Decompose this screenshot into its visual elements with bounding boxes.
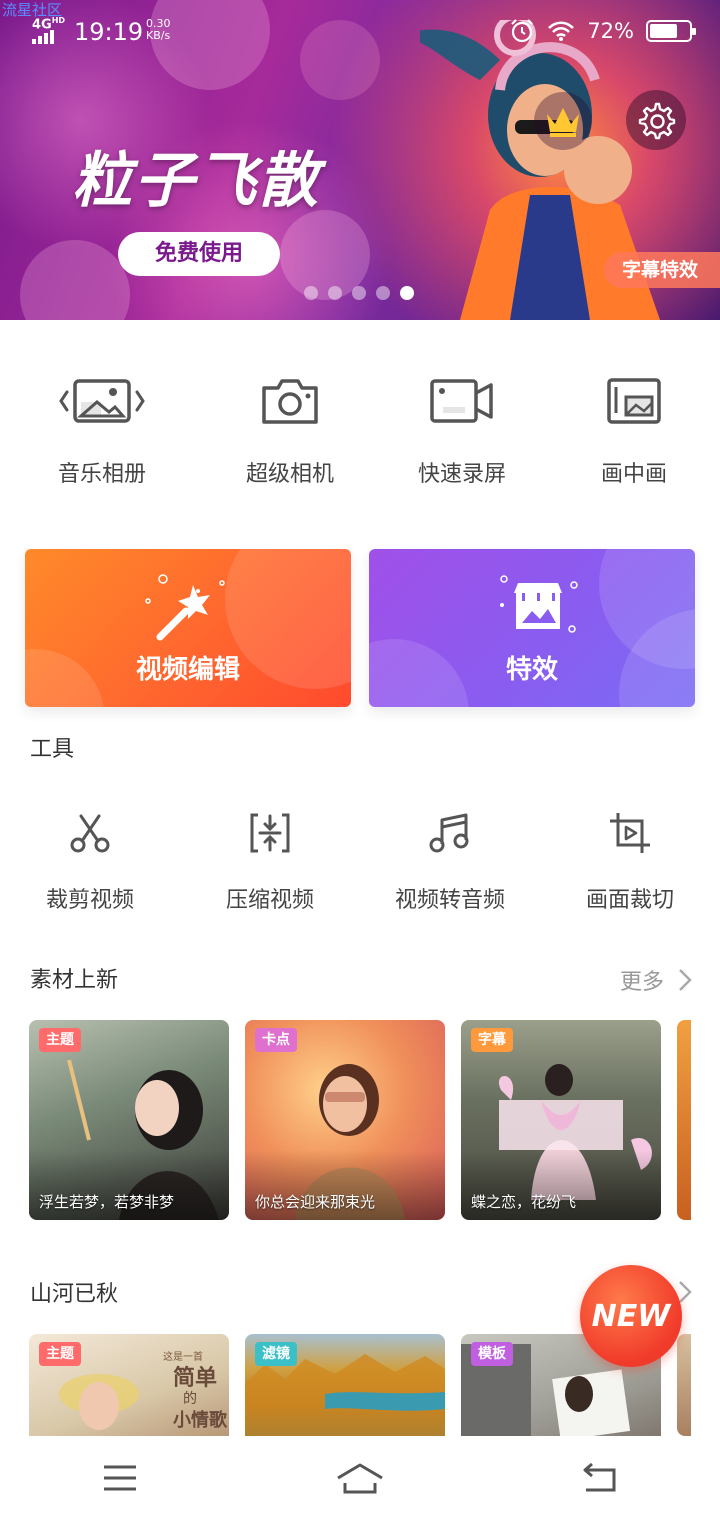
tool-label: 裁剪视频: [45, 888, 134, 913]
back-button[interactable]: [560, 1448, 640, 1508]
screen-record-icon: [430, 379, 493, 423]
compress-icon: [250, 813, 290, 853]
material-caption: 蝶之恋，花纷飞: [471, 1193, 577, 1211]
quick-tool-label: 音乐相册: [57, 462, 146, 487]
material-card[interactable]: 卡点 你总会迎来那束光: [245, 1020, 445, 1220]
carousel-dot[interactable]: [352, 286, 366, 300]
material-card[interactable]: 滤镜: [245, 1334, 445, 1436]
video-edit-card[interactable]: 视频编辑: [25, 549, 351, 707]
banner-category-tag: 字幕特效: [603, 252, 720, 288]
navigation-bar: [0, 1436, 720, 1520]
material-card-partial[interactable]: [677, 1020, 691, 1220]
chevron-right-icon[interactable]: [678, 1280, 692, 1304]
material-card[interactable]: 字幕 蝶之恋，花纷飞: [461, 1020, 661, 1220]
tool-crop-frame[interactable]: 画面裁切: [540, 812, 720, 914]
tool-video-to-audio[interactable]: 视频转音频: [360, 812, 540, 914]
carousel-dot[interactable]: [328, 286, 342, 300]
banner[interactable]: 流星社区 4GHD 19:19 0.30 KB/s 72% 粒子飞散 免费使用 …: [0, 0, 720, 320]
overlay-text: 的: [183, 1391, 197, 1407]
banner-title: 粒子飞散: [72, 146, 320, 216]
network-type: 4G: [32, 17, 52, 33]
material-card[interactable]: 这是一首 简单 的 小情歌 主题: [29, 1334, 229, 1436]
material-tag: 滤镜: [255, 1342, 297, 1366]
material-caption: 你总会迎来那束光: [255, 1193, 376, 1211]
quick-tool-pip[interactable]: 画中画: [548, 370, 720, 488]
tools-grid: 裁剪视频 压缩视频 视频转音频 画面裁切: [0, 812, 720, 914]
clock: 19:19: [74, 18, 144, 46]
quick-tool-label: 快速录屏: [417, 462, 506, 487]
carousel-indicator: [304, 286, 414, 300]
battery-fill: [650, 24, 678, 38]
picture-in-picture-icon: [607, 378, 661, 424]
home-button[interactable]: [320, 1448, 400, 1508]
tool-compress-video[interactable]: 压缩视频: [180, 812, 360, 914]
music-album-icon: [59, 379, 145, 423]
home-icon: [337, 1463, 383, 1494]
quick-tool-label: 超级相机: [245, 462, 334, 487]
carousel-dot[interactable]: [400, 286, 414, 300]
music-note-icon: [429, 813, 469, 853]
quick-tool-label: 画中画: [600, 462, 667, 487]
quick-tools-row: 音乐相册 超级相机 快速录屏 画中画: [0, 370, 720, 488]
store-icon: [500, 575, 578, 633]
material-caption: 浮生若梦，若梦非梦: [39, 1193, 175, 1211]
battery-icon: [646, 20, 696, 42]
signal-icon: [32, 30, 54, 45]
autumn-section-title: 山河已秋: [30, 1282, 119, 1307]
chevron-right-icon: [679, 969, 692, 991]
crop-icon: [610, 813, 650, 853]
effects-card[interactable]: 特效: [369, 549, 695, 707]
material-card[interactable]: 主题 浮生若梦，若梦非梦: [29, 1020, 229, 1220]
network-speed: 0.30 KB/s: [146, 18, 171, 42]
status-icons: 72%: [509, 18, 696, 44]
carousel-dot[interactable]: [376, 286, 390, 300]
tools-section-title: 工具: [30, 737, 75, 762]
tool-label: 画面裁切: [585, 888, 674, 913]
wifi-icon: [548, 21, 575, 41]
tool-label: 压缩视频: [225, 888, 314, 913]
more-label: 更多: [619, 970, 664, 995]
material-card-partial[interactable]: [677, 1334, 691, 1436]
free-use-button[interactable]: 免费使用: [118, 232, 280, 276]
menu-button[interactable]: [80, 1448, 160, 1508]
quick-tool-super-camera[interactable]: 超级相机: [204, 370, 376, 488]
magic-wand-icon: [145, 574, 225, 641]
tool-trim-video[interactable]: 裁剪视频: [0, 812, 180, 914]
camera-icon: [262, 379, 318, 424]
material-tag: 卡点: [255, 1028, 297, 1052]
alarm-icon: [511, 19, 534, 43]
card-label: 视频编辑: [135, 655, 240, 685]
material-tag: 主题: [39, 1028, 81, 1052]
scissors-icon: [70, 814, 110, 853]
menu-icon: [104, 1465, 136, 1491]
status-bar: 4GHD 19:19 0.30 KB/s 72%: [0, 0, 720, 64]
bokeh-light: [20, 240, 130, 320]
material-tag: 主题: [39, 1342, 81, 1366]
gear-icon: [638, 102, 676, 140]
crown-icon: [547, 108, 579, 137]
card-label: 特效: [505, 655, 558, 685]
settings-button[interactable]: [626, 90, 686, 150]
speed-unit: KB/s: [146, 29, 171, 42]
new-materials-title: 素材上新: [30, 968, 119, 993]
new-badge[interactable]: NEW: [580, 1265, 682, 1367]
quick-tool-screen-record[interactable]: 快速录屏: [376, 370, 548, 488]
carousel-dot[interactable]: [304, 286, 318, 300]
material-tag: 模板: [471, 1342, 513, 1366]
quick-tool-music-album[interactable]: 音乐相册: [0, 370, 204, 488]
material-tag: 字幕: [471, 1028, 513, 1052]
back-icon: [583, 1462, 616, 1492]
new-materials-list: 主题 浮生若梦，若梦非梦 卡点 你总会迎来那束光 字幕 蝶之恋，花纷飞: [29, 1020, 691, 1220]
vip-button[interactable]: [534, 92, 592, 150]
network-indicator: 4GHD: [32, 16, 66, 45]
tool-label: 视频转音频: [394, 888, 505, 913]
battery-percent: 72%: [587, 19, 634, 43]
overlay-text: 小情歌: [173, 1410, 227, 1431]
more-link[interactable]: 更多: [620, 964, 692, 996]
network-hd: HD: [51, 16, 66, 25]
